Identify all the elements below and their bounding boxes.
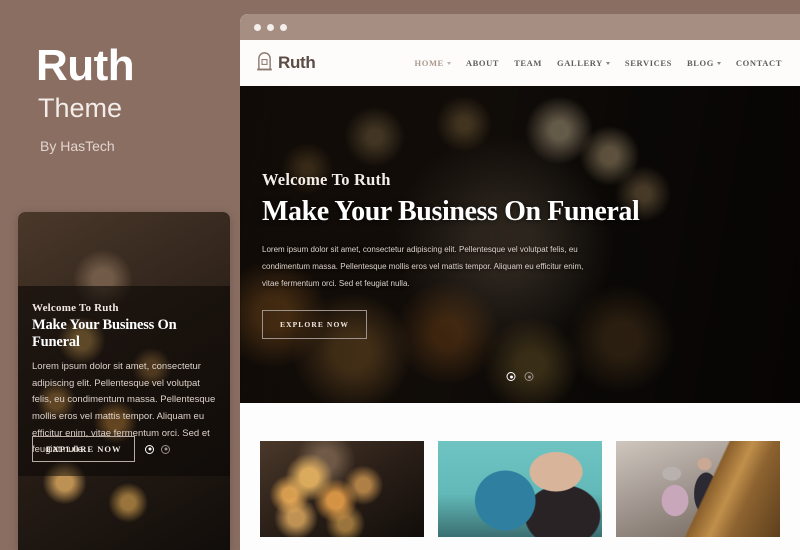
brand-name: Ruth bbox=[278, 53, 316, 72]
window-dot-maximize[interactable] bbox=[280, 23, 287, 31]
nav-item-gallery[interactable]: GALLERY bbox=[557, 58, 610, 68]
chevron-down-icon bbox=[446, 61, 451, 65]
promo-subtitle: Theme bbox=[38, 93, 123, 123]
service-card-urn[interactable] bbox=[438, 441, 602, 537]
nav-item-label: GALLERY bbox=[556, 58, 603, 68]
nav-item-label: ABOUT bbox=[465, 58, 500, 68]
nav-item-label: TEAM bbox=[514, 58, 542, 68]
service-card-candles[interactable] bbox=[260, 441, 424, 537]
hero-slider-dots bbox=[145, 444, 171, 454]
desktop-navbar: Ruth HOME ABOUT TEAM GALLERY SERVICES BL… bbox=[240, 40, 800, 86]
candles-memorial-photo bbox=[260, 441, 424, 537]
mobile-hero-section: Welcome To Ruth Make Your Business On Fu… bbox=[18, 286, 230, 476]
hero-slider: Welcome To Ruth Make Your Business On Fu… bbox=[240, 86, 800, 403]
promo-title: Ruth bbox=[36, 41, 135, 90]
chevron-down-icon bbox=[605, 61, 610, 65]
mobile-service-card[interactable] bbox=[18, 212, 230, 550]
candles-memorial-photo bbox=[18, 212, 230, 550]
hero-slider-dots bbox=[506, 372, 534, 381]
hero-heading: Make Your Business On Funeral bbox=[32, 317, 177, 350]
nav-item-about[interactable]: ABOUT bbox=[466, 58, 499, 68]
slider-dot-1[interactable] bbox=[145, 444, 155, 454]
service-card-coffin[interactable] bbox=[616, 441, 780, 537]
desktop-window-chrome bbox=[240, 14, 800, 40]
nav-item-home[interactable]: HOME bbox=[415, 58, 451, 68]
chevron-down-icon bbox=[716, 61, 721, 65]
nav-item-team[interactable]: TEAM bbox=[514, 58, 542, 68]
nav-item-services[interactable]: SERVICES bbox=[625, 58, 672, 68]
promo-author: By HasTech bbox=[40, 138, 115, 154]
nav-item-blog[interactable]: BLOG bbox=[687, 58, 721, 68]
coffin-selection-photo bbox=[616, 441, 780, 537]
slider-dot-2[interactable] bbox=[524, 372, 534, 381]
explore-now-button[interactable]: EXPLORE NOW bbox=[32, 436, 136, 462]
mobile-preview-mockup: Ruth Welcome To Ruth Make Your Business … bbox=[18, 212, 230, 550]
nav-item-label: HOME bbox=[414, 58, 444, 68]
urn-consultation-photo bbox=[438, 441, 602, 537]
desktop-preview-mockup: Ruth HOME ABOUT TEAM GALLERY SERVICES BL… bbox=[240, 14, 800, 550]
gravestone-icon bbox=[256, 51, 273, 76]
hero-heading: Make Your Business On Funeral bbox=[262, 196, 640, 227]
desktop-brand-logo[interactable]: Ruth bbox=[256, 51, 316, 76]
window-dot-minimize[interactable] bbox=[267, 23, 274, 31]
slider-dot-2[interactable] bbox=[161, 444, 171, 454]
slider-dot-1[interactable] bbox=[506, 372, 516, 381]
window-dot-close[interactable] bbox=[254, 23, 261, 31]
nav-item-label: SERVICES bbox=[624, 58, 672, 68]
nav-item-label: CONTACT bbox=[735, 58, 782, 68]
nav-item-label: BLOG bbox=[686, 58, 714, 68]
hero-paragraph: Lorem ipsum dolor sit amet, consectetur … bbox=[262, 245, 584, 288]
explore-now-button[interactable]: EXPLORE NOW bbox=[262, 310, 367, 340]
main-menu: HOME ABOUT TEAM GALLERY SERVICES BLOG CO… bbox=[415, 58, 782, 68]
hero-eyebrow: Welcome To Ruth bbox=[262, 170, 391, 189]
hero-eyebrow: Welcome To Ruth bbox=[32, 302, 119, 314]
nav-item-contact[interactable]: CONTACT bbox=[736, 58, 782, 68]
services-gallery bbox=[240, 403, 800, 550]
